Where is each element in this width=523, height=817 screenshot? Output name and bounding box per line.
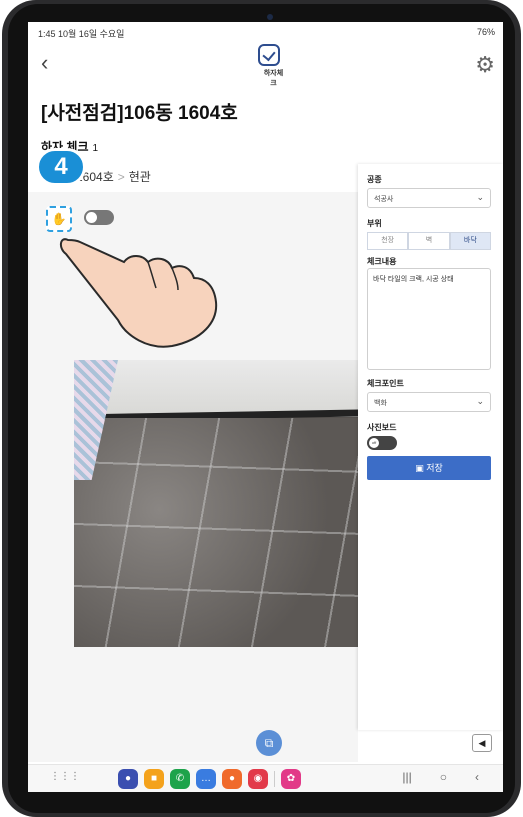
home-icon[interactable]: ○ [440, 770, 447, 784]
pointing-hand-icon [60, 238, 218, 348]
area-option-ceiling[interactable]: 천장 [367, 232, 409, 250]
phone-icon[interactable]: ✆ [170, 769, 190, 789]
flower-app-icon[interactable]: ✿ [281, 769, 301, 789]
messages-icon[interactable]: … [196, 769, 216, 789]
photo-board-label: 사진보드 [367, 423, 397, 432]
collapse-panel-icon[interactable]: ◀ [472, 734, 492, 752]
area-segmented-control: 천장 벽 바닥 [367, 232, 491, 250]
photo-board-toggle[interactable]: off [367, 436, 397, 450]
breadcrumb: 1604호 > 현관 [76, 168, 151, 185]
status-time-date: 1:45 10월 16일 수요일 [38, 29, 125, 39]
area-option-wall[interactable]: 벽 [408, 232, 450, 250]
dock-divider [274, 771, 275, 787]
point-value: 백화 [374, 400, 387, 407]
point-label: 체크포인트 [367, 379, 404, 388]
chevron-down-icon: ⌄ [476, 396, 484, 406]
point-select[interactable]: 백화 ⌄ [367, 392, 491, 412]
toggle-state: off [369, 438, 379, 448]
gear-icon[interactable]: ⚙ [475, 52, 495, 78]
battery-status: 76% [476, 27, 495, 37]
app-dock: ● ■ ✆ … ● ◉ ✿ [118, 769, 301, 789]
checklist-icon [258, 44, 280, 66]
section-count: 1 [92, 143, 99, 154]
screen: 1:45 10월 16일 수요일 76% ‹ 하자체크 ⚙ [사전점검]106동… [28, 22, 503, 792]
nav-buttons: ||| ○ ‹ [402, 770, 479, 784]
breadcrumb-separator: > [117, 170, 125, 184]
page-title: [사전점검]106동 1604호 [41, 103, 238, 124]
area-label: 부위 [367, 219, 382, 228]
trade-select[interactable]: 석공사 ⌄ [367, 188, 491, 208]
breadcrumb-location[interactable]: 현관 [129, 170, 151, 184]
save-icon: ▣ [415, 463, 427, 473]
apps-grid-icon[interactable]: ⋮⋮⋮ [50, 771, 80, 782]
defect-photo[interactable] [74, 360, 358, 647]
app-logo: 하자체크 [254, 44, 284, 87]
area-option-floor[interactable]: 바닥 [449, 232, 491, 250]
chevron-down-icon: ⌄ [476, 192, 484, 202]
app-label: 하자체크 [263, 70, 284, 87]
content-label: 체크내용 [367, 257, 397, 266]
content-textarea[interactable]: 바닥 타일의 크랙, 시공 상태 [367, 268, 491, 370]
defect-panel: 공종 석공사 ⌄ 부위 천장 벽 바닥 체크내용 바닥 타일의 크랙, 시공 상… [358, 164, 503, 730]
image-tool-icon[interactable]: ⧉ [256, 730, 282, 756]
save-label: 저장 [426, 463, 443, 473]
camera-icon[interactable]: ◉ [248, 769, 268, 789]
photo-wall [74, 360, 358, 417]
trade-value: 석공사 [374, 196, 394, 203]
android-nav-bar: ⋮⋮⋮ ● ■ ✆ … ● ◉ ✿ ||| ○ ‹ [28, 764, 503, 792]
app-icon-2[interactable]: ■ [144, 769, 164, 789]
trade-label: 공종 [367, 175, 382, 184]
status-bar: 1:45 10월 16일 수요일 76% [28, 22, 503, 44]
contacts-icon[interactable]: ● [222, 769, 242, 789]
app-icon-1[interactable]: ● [118, 769, 138, 789]
front-camera [267, 14, 273, 20]
save-button[interactable]: ▣ 저장 [367, 456, 491, 480]
step-badge: 4 [36, 148, 86, 186]
recents-icon[interactable]: ||| [402, 770, 411, 784]
back-nav-icon[interactable]: ‹ [475, 770, 479, 784]
photo-floor [74, 418, 358, 647]
chevron-left-icon[interactable]: ‹ [41, 52, 48, 74]
